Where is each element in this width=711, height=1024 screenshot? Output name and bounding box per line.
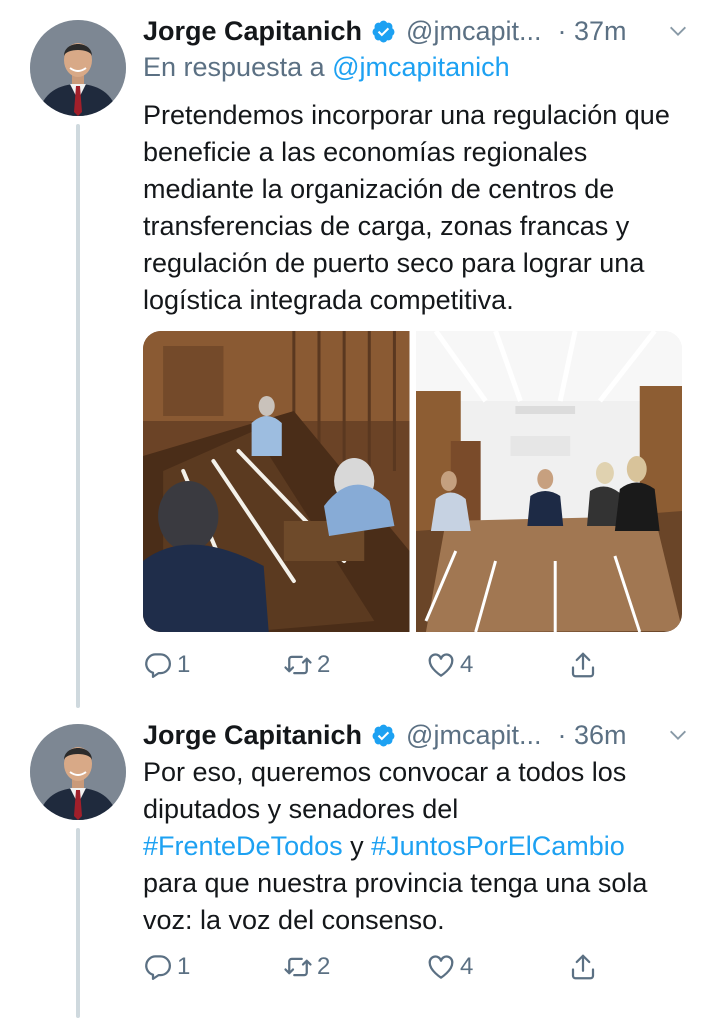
reply-icon bbox=[143, 650, 173, 680]
author-handle[interactable]: @jmcapit... bbox=[406, 720, 541, 751]
thread-line-bottom bbox=[76, 828, 80, 1018]
reply-button[interactable]: 1 bbox=[143, 650, 190, 680]
reply-to-handle-link[interactable]: @jmcapitanich bbox=[332, 52, 509, 82]
retweet-count: 2 bbox=[317, 953, 331, 980]
chevron-down-icon[interactable] bbox=[667, 724, 689, 746]
retweet-icon bbox=[283, 952, 313, 982]
hashtag-link[interactable]: #FrenteDeTodos bbox=[143, 831, 343, 861]
tweet-text-part: y bbox=[342, 831, 372, 861]
tweet-text-part: para que nuestra provincia tenga una sol… bbox=[143, 868, 648, 935]
like-button[interactable]: 4 bbox=[426, 952, 473, 982]
avatar-photo bbox=[30, 20, 126, 116]
like-button[interactable]: 4 bbox=[426, 650, 473, 680]
author-name[interactable]: Jorge Capitanich bbox=[143, 16, 362, 47]
tweet-timestamp[interactable]: · 37m bbox=[557, 16, 626, 47]
author-handle[interactable]: @jmcapit... bbox=[406, 16, 541, 47]
tweet-actions: 1 2 4 bbox=[143, 947, 613, 987]
media-photo-1[interactable] bbox=[143, 331, 410, 632]
tweet-text: Pretendemos incorporar una regulación qu… bbox=[143, 100, 670, 315]
tweet-header: Jorge Capitanich @jmcapit... · 36m bbox=[143, 715, 689, 755]
verified-badge-icon bbox=[371, 723, 396, 748]
tweet-media[interactable] bbox=[143, 331, 682, 632]
share-button[interactable] bbox=[568, 952, 598, 982]
retweet-button[interactable]: 2 bbox=[283, 952, 330, 982]
reply-context: En respuesta a @jmcapitanich bbox=[143, 52, 510, 83]
reply-button[interactable]: 1 bbox=[143, 952, 190, 982]
tweet-text: Por eso, queremos convocar a todos los d… bbox=[143, 754, 688, 939]
verified-badge-icon bbox=[371, 19, 396, 44]
share-button[interactable] bbox=[568, 650, 598, 680]
reply-count: 1 bbox=[177, 651, 191, 678]
like-count: 4 bbox=[460, 651, 474, 678]
tweet-header: Jorge Capitanich @jmcapit... · 37m bbox=[143, 11, 689, 51]
avatar[interactable] bbox=[30, 20, 126, 116]
media-photo-2[interactable] bbox=[415, 331, 682, 632]
tweet-text-part: Por eso, queremos convocar a todos los d… bbox=[143, 757, 627, 824]
thread-line-top bbox=[76, 124, 80, 708]
avatar-photo bbox=[30, 724, 126, 820]
tweet-actions: 1 2 4 bbox=[143, 645, 613, 685]
chevron-down-icon[interactable] bbox=[667, 20, 689, 42]
share-icon bbox=[568, 952, 598, 982]
retweet-button[interactable]: 2 bbox=[283, 650, 330, 680]
share-icon bbox=[568, 650, 598, 680]
reply-icon bbox=[143, 952, 173, 982]
like-icon bbox=[426, 650, 456, 680]
retweet-count: 2 bbox=[317, 651, 331, 678]
retweet-icon bbox=[283, 650, 313, 680]
author-name[interactable]: Jorge Capitanich bbox=[143, 720, 362, 751]
like-icon bbox=[426, 952, 456, 982]
hashtag-link[interactable]: #JuntosPorElCambio bbox=[371, 831, 625, 861]
like-count: 4 bbox=[460, 953, 474, 980]
avatar[interactable] bbox=[30, 724, 126, 820]
reply-prefix: En respuesta a bbox=[143, 52, 325, 82]
tweet-timestamp[interactable]: · 36m bbox=[557, 720, 626, 751]
reply-count: 1 bbox=[177, 953, 191, 980]
